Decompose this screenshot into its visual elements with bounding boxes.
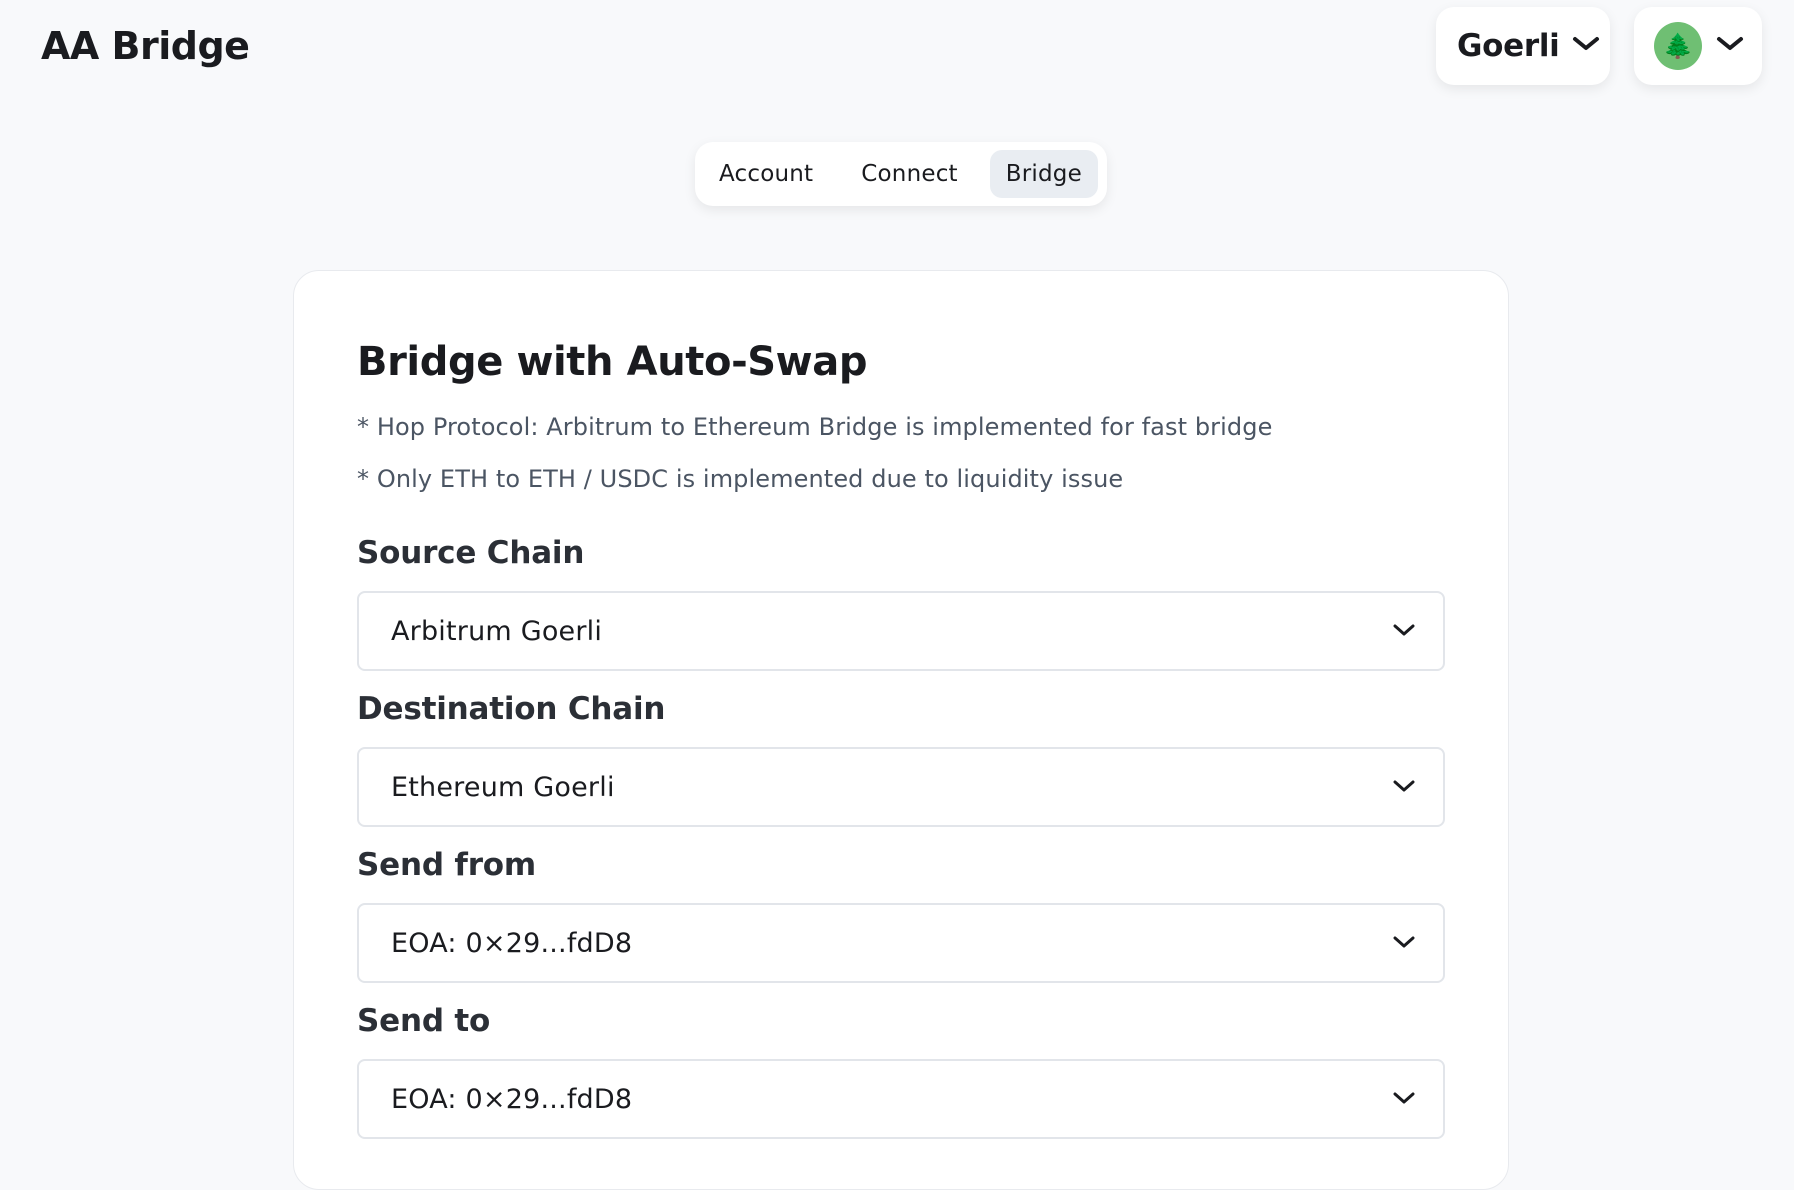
network-selector-button[interactable]: Goerli xyxy=(1436,7,1610,85)
avatar: 🌲 xyxy=(1654,22,1702,70)
bridge-card: Bridge with Auto-Swap * Hop Protocol: Ar… xyxy=(293,270,1509,1190)
tab-connect[interactable]: Connect xyxy=(845,150,974,198)
send-from-label: Send from xyxy=(357,847,536,883)
destination-chain-label: Destination Chain xyxy=(357,691,666,727)
chevron-down-icon xyxy=(1393,1090,1415,1109)
note-hop-protocol: * Hop Protocol: Arbitrum to Ethereum Bri… xyxy=(357,413,1273,441)
send-from-value: EOA: 0×29...fdD8 xyxy=(391,927,633,959)
chevron-down-icon xyxy=(1716,35,1744,57)
app-title: AA Bridge xyxy=(41,24,250,68)
send-to-label: Send to xyxy=(357,1003,491,1039)
tab-bridge[interactable]: Bridge xyxy=(989,150,1098,198)
account-menu-button[interactable]: 🌲 xyxy=(1634,7,1762,85)
source-chain-select[interactable]: Arbitrum Goerli xyxy=(357,591,1445,671)
main-tabs: Account Connect Bridge xyxy=(695,142,1107,206)
chevron-down-icon xyxy=(1393,622,1415,641)
chevron-down-icon xyxy=(1572,35,1600,57)
destination-chain-value: Ethereum Goerli xyxy=(391,771,615,803)
source-chain-value: Arbitrum Goerli xyxy=(391,615,603,647)
send-to-value: EOA: 0×29...fdD8 xyxy=(391,1083,633,1115)
chevron-down-icon xyxy=(1393,934,1415,953)
network-label: Goerli xyxy=(1457,28,1560,64)
destination-chain-select[interactable]: Ethereum Goerli xyxy=(357,747,1445,827)
card-title: Bridge with Auto-Swap xyxy=(357,339,868,385)
tree-icon: 🌲 xyxy=(1663,32,1693,60)
send-from-select[interactable]: EOA: 0×29...fdD8 xyxy=(357,903,1445,983)
chevron-down-icon xyxy=(1393,778,1415,797)
note-liquidity: * Only ETH to ETH / USDC is implemented … xyxy=(357,465,1124,493)
source-chain-label: Source Chain xyxy=(357,535,585,571)
send-to-select[interactable]: EOA: 0×29...fdD8 xyxy=(357,1059,1445,1139)
tab-account[interactable]: Account xyxy=(703,150,829,198)
